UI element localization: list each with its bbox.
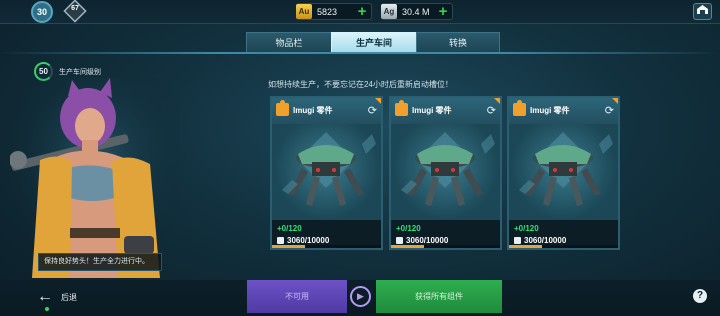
restart-notice: 如想持续生产，不要忘记在24小时后重新启动槽位！ (268, 80, 453, 89)
progress-bar (509, 245, 618, 248)
production-progress: 3060/10000 (396, 236, 448, 245)
production-progress: 3060/10000 (514, 236, 566, 245)
progress-fill (509, 245, 543, 248)
produced-count: +0/120 (396, 224, 421, 233)
swap-production-icon[interactable]: ⟳ (368, 104, 377, 117)
back-button[interactable]: ← 后退 (37, 289, 97, 305)
tab-divider (0, 52, 720, 54)
swap-production-icon[interactable]: ⟳ (605, 104, 614, 117)
production-slot-card[interactable]: Imugi 零件 ⟳ +0/120 3060/10000 (270, 96, 383, 250)
robot-artwork (272, 124, 381, 220)
progress-fill (272, 245, 306, 248)
online-indicator (45, 307, 49, 311)
add-silver-button[interactable]: + (436, 4, 450, 19)
collect-all-button[interactable]: 获得所有组件 (376, 280, 502, 313)
progress-value: 3060/10000 (287, 236, 330, 245)
hangar-icon[interactable] (693, 3, 712, 20)
card-title: Imugi 零件 (530, 106, 570, 115)
speed-up-button[interactable]: ▶ (347, 282, 374, 311)
production-slot-card[interactable]: Imugi 零件 ⟳ +0/120 3060/10000 (389, 96, 502, 250)
puzzle-piece-icon (395, 100, 408, 116)
puzzle-piece-icon (276, 100, 289, 116)
puzzle-piece-icon (513, 100, 526, 116)
produced-count: +0/120 (514, 224, 539, 233)
robot-artwork (391, 124, 500, 220)
player-level-badge[interactable]: 30 (31, 1, 53, 23)
component-icon (396, 237, 403, 244)
tab-bar: 物品栏 生产车间 转换 (246, 32, 500, 53)
swap-production-icon[interactable]: ⟳ (487, 104, 496, 117)
card-title: Imugi 零件 (412, 106, 452, 115)
silver-icon: Ag (381, 4, 397, 19)
progress-bar (391, 245, 500, 248)
progress-fill (391, 245, 425, 248)
progress-bar (272, 245, 381, 248)
card-title: Imugi 零件 (293, 106, 333, 115)
workshop-level-label: 生产车间级别 (59, 69, 101, 76)
help-button[interactable]: ? (693, 289, 707, 303)
engineer-character-portrait (9, 78, 180, 278)
tab-inventory[interactable]: 物品栏 (246, 32, 332, 53)
progress-value: 3060/10000 (406, 236, 449, 245)
tab-workshop[interactable]: 生产车间 (331, 32, 417, 53)
unavailable-button[interactable]: 不可用 (247, 280, 347, 313)
gold-value: 5823 (317, 6, 338, 17)
produced-count: +0/120 (277, 224, 302, 233)
tab-conversion[interactable]: 转换 (416, 32, 500, 53)
component-icon (514, 237, 521, 244)
progress-value: 3060/10000 (524, 236, 567, 245)
rank-badge-label: 67 (71, 5, 79, 12)
speed-up-icon: ▶ (350, 286, 371, 307)
workshop-status-speech: 保持良好势头！生产全力进行中。 (38, 253, 162, 271)
back-label: 后退 (61, 292, 77, 302)
gold-balance: Au 5823 + (296, 3, 372, 20)
production-slot-card[interactable]: Imugi 零件 ⟳ +0/120 3060/10000 (507, 96, 620, 250)
add-gold-button[interactable]: + (355, 4, 369, 19)
silver-balance: Ag 30.4 M + (381, 3, 453, 20)
gold-icon: Au (296, 4, 312, 19)
silver-value: 30.4 M (402, 6, 430, 17)
component-icon (277, 237, 284, 244)
robot-artwork (509, 124, 618, 220)
production-progress: 3060/10000 (277, 236, 329, 245)
back-arrow-icon: ← (37, 288, 53, 305)
